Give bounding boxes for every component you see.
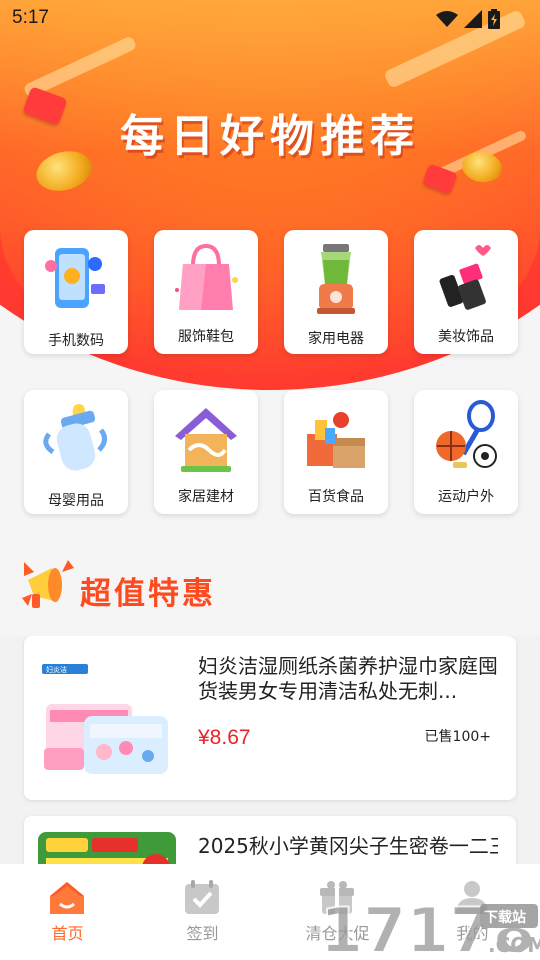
category-label: 家居建材 (178, 489, 234, 505)
shopping-bag-icon (175, 243, 238, 310)
watermark-logo: 17178 .COM 下载站 (319, 893, 540, 960)
product-list: 妇炎洁 妇炎洁湿厕纸杀菌养护湿巾家庭囤货装男女专用清洁私处无刺... ¥8.67… (0, 636, 540, 864)
status-icons (436, 9, 500, 29)
tab-label: 首页 (51, 924, 84, 943)
product-image (38, 832, 176, 864)
banner-title: 每日好物推荐 (120, 111, 420, 162)
product-price: ¥8.67 (198, 726, 251, 749)
watermark-badge: 下载站 (484, 909, 526, 926)
category-beauty-accessories[interactable]: 美妆饰品 (414, 230, 518, 354)
tab-home[interactable]: 首页 (0, 864, 135, 960)
category-clothing-bags[interactable]: 服饰鞋包 (154, 230, 258, 354)
status-time: 5:17 (12, 7, 49, 28)
product-image: 妇炎洁 (42, 664, 168, 774)
status-bar: 5:17 (0, 0, 540, 36)
category-phone-digital[interactable]: 手机数码 (24, 230, 128, 354)
lipstick-icon (439, 245, 491, 310)
grocery-box-icon (307, 412, 365, 468)
category-label: 服饰鞋包 (178, 329, 234, 345)
category-label: 运动户外 (438, 489, 494, 505)
signal-icon (464, 10, 482, 28)
baby-bottle-icon (43, 404, 107, 471)
tab-label: 签到 (186, 924, 219, 943)
svg-text:妇炎洁: 妇炎洁 (46, 665, 67, 674)
calendar-check-icon (185, 880, 219, 914)
product-card[interactable]: 2025秋小学黄冈尖子生密卷一二三四五六年级下册试卷测试 (24, 816, 516, 864)
category-label: 百货食品 (308, 489, 364, 505)
megaphone-icon (22, 560, 74, 608)
blender-icon (317, 244, 355, 314)
section-title: 超值特惠 (80, 576, 216, 612)
house-icon (175, 408, 237, 472)
category-mother-baby[interactable]: 母婴用品 (24, 390, 128, 514)
product-card[interactable]: 妇炎洁 妇炎洁湿厕纸杀菌养护湿巾家庭囤货装男女专用清洁私处无刺... ¥8.67… (24, 636, 516, 800)
product-sold-count: 已售100+ (424, 729, 491, 745)
phone-digital-icon (45, 248, 105, 308)
home-icon (50, 882, 84, 914)
battery-icon (488, 9, 500, 29)
wifi-icon (436, 11, 458, 27)
category-label: 家用电器 (308, 331, 364, 347)
category-home-appliances[interactable]: 家用电器 (284, 230, 388, 354)
category-home-building[interactable]: 家居建材 (154, 390, 258, 514)
sports-balls-icon (436, 400, 497, 468)
watermark-domain: .COM (488, 933, 540, 957)
category-label: 母婴用品 (48, 493, 104, 509)
category-label: 美妆饰品 (438, 329, 494, 345)
category-label: 手机数码 (48, 333, 104, 349)
site-watermark: 17178 .COM 下载站 (318, 880, 540, 960)
category-sports-outdoor[interactable]: 运动户外 (414, 390, 518, 514)
tab-checkin[interactable]: 签到 (135, 864, 270, 960)
category-grocery-food[interactable]: 百货食品 (284, 390, 388, 514)
product-title: 2025秋小学黄冈尖子生密卷一二三四五六年级下册试卷测试 (198, 834, 498, 858)
product-title: 妇炎洁湿厕纸杀菌养护湿巾家庭囤货装男女专用清洁私处无刺... (198, 654, 498, 703)
